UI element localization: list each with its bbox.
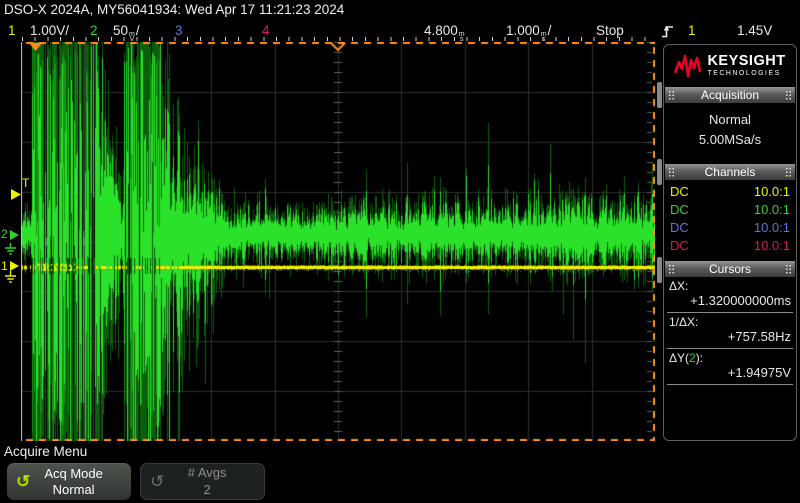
info-sidebar: KEYSIGHT TECHNOLOGIES Acquisition Normal… [663,44,797,441]
rising-edge-icon [661,24,674,39]
rotate-icon: ↺ [16,472,30,492]
brand-name: KEYSIGHT [707,54,785,69]
channel-row: DC10.0:1 [664,200,796,218]
run-state: Stop [596,23,624,38]
channels-header[interactable]: Channels [665,164,795,180]
ch1-marker-icon [10,261,19,271]
cursors-panel: ΔX: +1.320000000ms 1/ΔX: +757.58Hz ΔY(2)… [664,277,796,385]
ch3-number: 3 [175,23,183,38]
trigger-level-label: T [22,177,29,189]
ch2-ground-icon [4,243,17,256]
ch1-scale: 1.00V/ [30,23,69,38]
cursor-readout: ΔX: +1.320000000ms [667,277,793,313]
ch2-number: 2 [90,23,98,38]
grip-icon [668,167,675,178]
trigger-source: 1 [688,23,696,38]
waveform-display [21,42,655,441]
ch1-ground-icon [4,271,17,284]
acquisition-panel: Normal 5.00MSa/s [664,103,796,164]
sample-rate: 5.00MSa/s [664,130,796,150]
oscilloscope-screen: DSO-X 2024A, MY56041934: Wed Apr 17 11:2… [0,0,800,503]
trigger-level-marker-icon [11,189,21,200]
softkey-acq-mode[interactable]: ↺ Acq Mode Normal [7,463,131,500]
grip-icon [785,264,792,275]
keysight-logo-icon [674,54,702,78]
grip-icon [785,167,792,178]
keysight-logo: KEYSIGHT TECHNOLOGIES [664,45,796,87]
channels-panel: DC10.0:1 DC10.0:1 DC10.0:1 DC10.0:1 [664,180,796,258]
ch2-marker-icon [10,230,19,240]
ch1-number: 1 [8,23,16,38]
scroll-handle[interactable] [657,159,662,185]
cursor-readout: 1/ΔX: +757.58Hz [667,313,793,349]
grip-icon [785,90,792,101]
cursors-header[interactable]: Cursors [665,261,795,277]
softkey-num-avgs[interactable]: ↺ # Avgs 2 [140,463,265,500]
ch4-number: 4 [262,23,270,38]
brand-sub: TECHNOLOGIES [707,71,785,78]
menu-title: Acquire Menu [4,444,87,459]
channel-row: DC10.0:1 [664,218,796,236]
waveform-canvas [21,42,655,441]
acquisition-header[interactable]: Acquisition [665,87,795,103]
acquisition-mode: Normal [664,110,796,130]
instrument-title: DSO-X 2024A, MY56041934: Wed Apr 17 11:2… [4,2,344,17]
grip-icon [668,90,675,101]
scroll-handle[interactable] [657,257,662,283]
rotate-icon: ↺ [150,472,164,492]
channel-row: DC10.0:1 [664,236,796,254]
channel-row: DC10.0:1 [664,182,796,200]
top-tick-strip [22,37,655,41]
grip-icon [668,264,675,275]
ch2-ground-label: 2 [1,228,8,240]
cursor-readout: ΔY(2): +1.94975V [667,349,793,385]
scroll-handle[interactable] [657,82,662,108]
trigger-level: 1.45V [737,23,772,38]
